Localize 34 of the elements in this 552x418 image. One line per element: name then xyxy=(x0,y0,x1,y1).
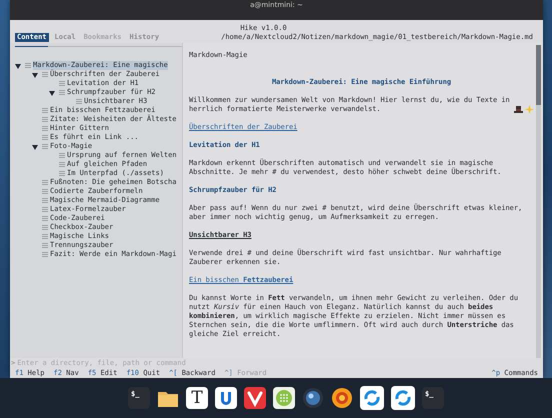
heading-lines-icon xyxy=(42,107,48,114)
heading-lines-icon xyxy=(42,215,48,222)
heading-lines-icon xyxy=(42,224,48,231)
text-editor-icon[interactable]: T xyxy=(186,387,208,409)
lens-icon[interactable] xyxy=(302,387,324,409)
top-hat-icon xyxy=(514,105,523,114)
swirl-flower-icon[interactable] xyxy=(331,387,353,409)
heading-lines-icon xyxy=(42,179,48,186)
heading-lines-icon xyxy=(42,188,48,195)
heading-lines-icon xyxy=(59,152,65,159)
heading-lines-icon xyxy=(42,242,48,249)
circular-arrows-icon[interactable] xyxy=(360,386,384,410)
heading-lines-icon xyxy=(42,116,48,123)
heading-lines-icon xyxy=(42,251,48,258)
heading-lines-icon xyxy=(59,161,65,168)
heading-lines-icon xyxy=(42,125,48,132)
heading-lines-icon xyxy=(59,80,65,87)
heading-lines-icon xyxy=(42,71,48,78)
scrollbar-thumb[interactable] xyxy=(536,45,541,105)
circular-arrows-icon[interactable] xyxy=(391,386,415,410)
sparkle-icon xyxy=(525,105,534,114)
heading-lines-icon xyxy=(42,233,48,240)
u-letter-icon[interactable] xyxy=(215,387,237,409)
heading-lines-icon xyxy=(42,197,48,204)
heading-lines-icon xyxy=(59,170,65,177)
heading-lines-icon xyxy=(42,134,48,141)
heading-lines-icon xyxy=(42,206,48,213)
v-letter-icon[interactable] xyxy=(244,387,266,409)
heading-lines-icon xyxy=(59,89,65,96)
scrollbar[interactable] xyxy=(536,45,541,358)
heading-lines-icon xyxy=(25,62,31,69)
heading-lines-icon xyxy=(76,98,82,105)
heading-lines-icon xyxy=(42,143,48,150)
dot-grid-icon[interactable] xyxy=(273,387,295,409)
